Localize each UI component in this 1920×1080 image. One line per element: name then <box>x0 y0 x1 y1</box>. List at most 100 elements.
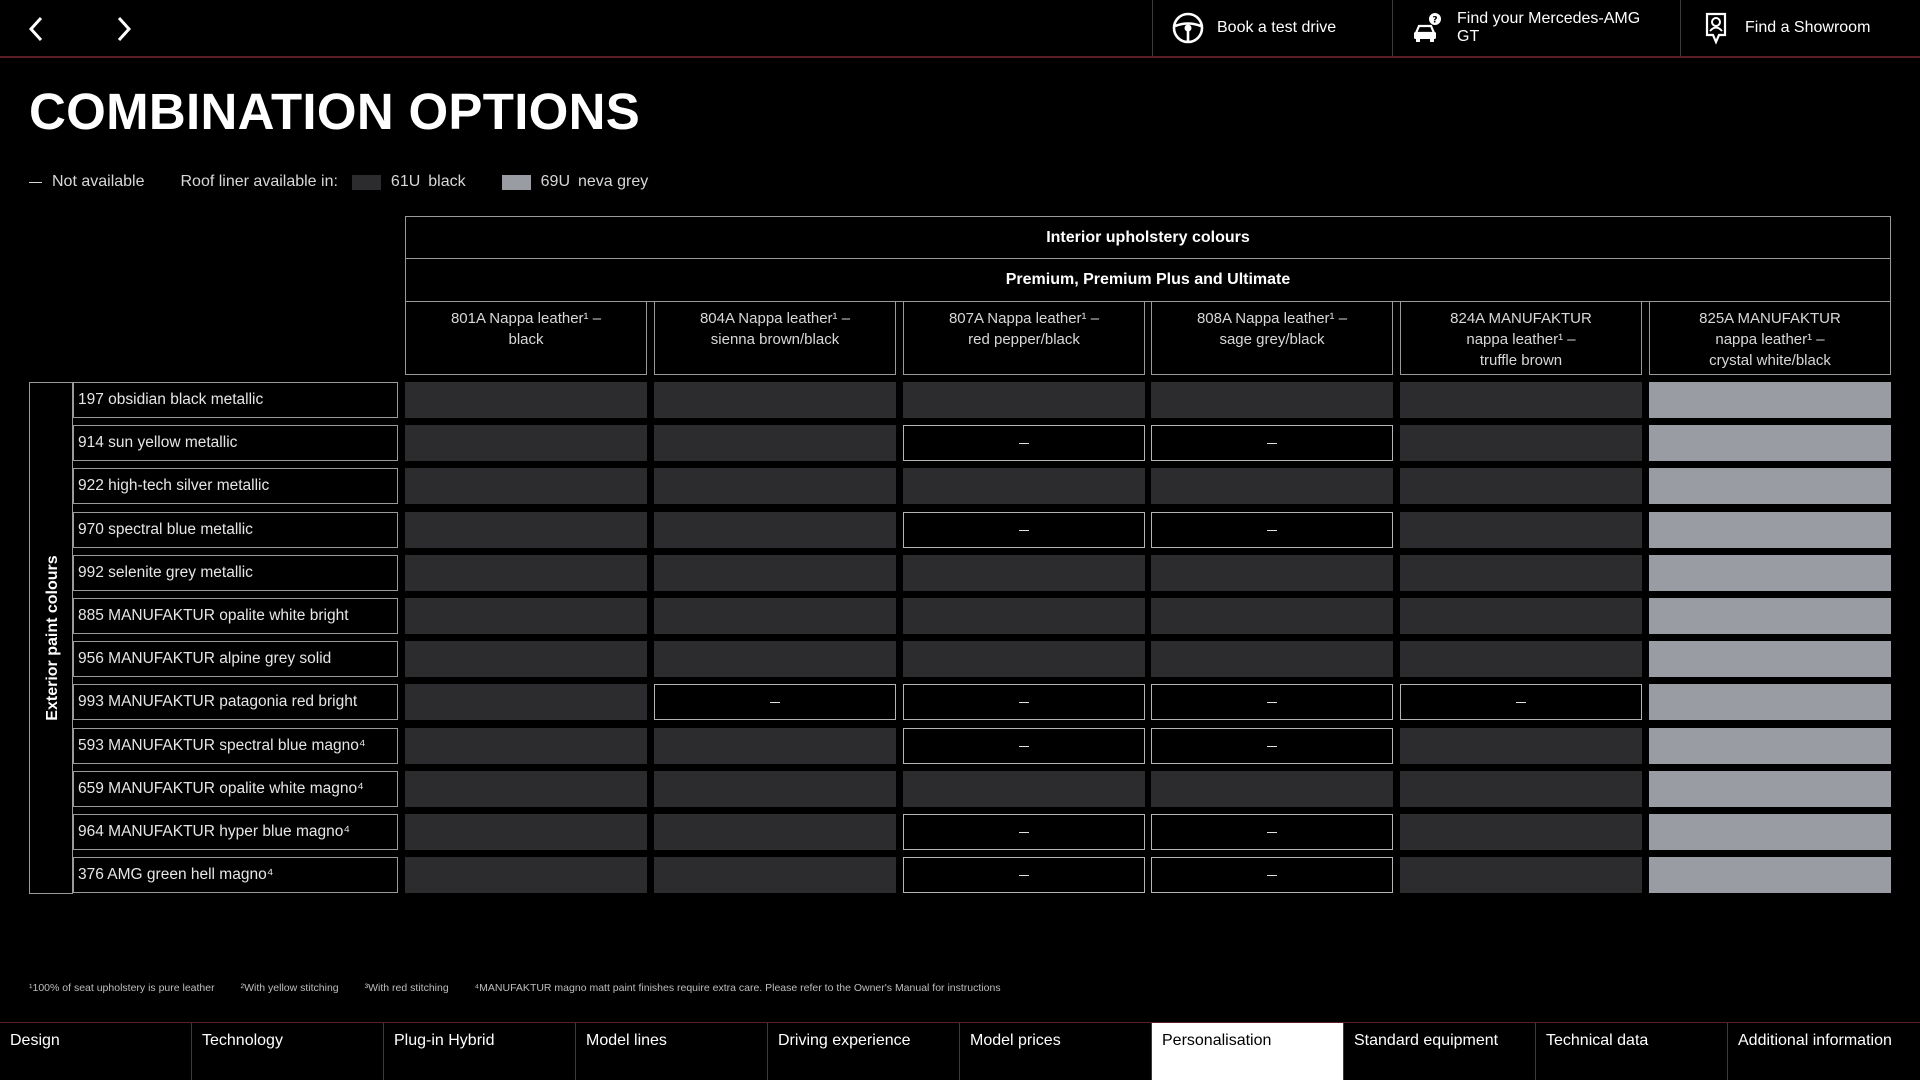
cell-not-available <box>1151 684 1393 720</box>
row-label: 885 MANUFAKTUR opalite white bright <box>73 598 398 634</box>
column-header-line: black <box>508 331 544 348</box>
tab-model-lines[interactable]: Model lines <box>576 1023 768 1080</box>
footnotes: ¹100% of seat upholstery is pure leather… <box>29 982 1027 994</box>
cell-roof-69u <box>1649 814 1891 850</box>
book-test-drive-button[interactable]: Book a test drive <box>1152 0 1392 56</box>
not-available-dash-icon <box>1267 442 1277 444</box>
cell-roof-69u <box>1649 857 1891 893</box>
roof-code-61u: 61U <box>390 173 421 190</box>
tab-model-prices[interactable]: Model prices <box>960 1023 1152 1080</box>
cell-roof-61u <box>654 468 896 504</box>
column-header-line: nappa leather¹ – <box>1466 331 1576 348</box>
not-available-dash-icon <box>29 181 42 183</box>
not-available-dash-icon <box>1019 529 1029 531</box>
cell-roof-61u <box>405 857 647 893</box>
not-available-dash-icon <box>770 701 780 703</box>
cell-roof-69u <box>1649 728 1891 764</box>
cell-roof-61u <box>1400 555 1642 591</box>
cell-not-available <box>903 684 1145 720</box>
cell-roof-61u <box>1151 468 1393 504</box>
cell-roof-61u <box>405 555 647 591</box>
svg-text:?: ? <box>1432 16 1437 26</box>
column-header: 807A Nappa leather¹ – red pepper/black <box>903 302 1145 375</box>
previous-page-button[interactable] <box>16 12 56 46</box>
row-label: 197 obsidian black metallic <box>73 382 398 418</box>
not-available-dash-icon <box>1267 701 1277 703</box>
column-header: 801A Nappa leather¹ – black <box>405 302 647 375</box>
cell-roof-61u <box>1400 512 1642 548</box>
column-header-line: 824A MANUFAKTUR <box>1450 310 1592 327</box>
row-label: 922 high-tech silver metallic <box>73 468 398 504</box>
cell-roof-69u <box>1649 382 1891 418</box>
book-test-drive-label: Book a test drive <box>1217 19 1337 36</box>
cell-roof-61u <box>654 857 896 893</box>
steering-wheel-icon <box>1171 11 1205 45</box>
column-header-line: red pepper/black <box>968 331 1080 348</box>
cell-not-available <box>903 425 1145 461</box>
tab-technology[interactable]: Technology <box>192 1023 384 1080</box>
cell-not-available <box>1151 512 1393 548</box>
column-header-line: 804A Nappa leather¹ – <box>699 310 851 327</box>
footnote-1: ¹100% of seat upholstery is pure leather <box>29 982 215 994</box>
not-available-dash-icon <box>1516 701 1526 703</box>
tab-driving-experience[interactable]: Driving experience <box>768 1023 960 1080</box>
cell-roof-61u <box>1400 857 1642 893</box>
trim-lines-header: Premium, Premium Plus and Ultimate <box>405 259 1891 302</box>
cell-roof-61u <box>903 771 1145 807</box>
tab-additional-information[interactable]: Additional information <box>1728 1023 1920 1080</box>
cell-not-available <box>1151 728 1393 764</box>
row-label: 956 MANUFAKTUR alpine grey solid <box>73 641 398 677</box>
cell-roof-61u <box>903 598 1145 634</box>
cell-roof-61u <box>1151 598 1393 634</box>
cell-roof-61u <box>405 771 647 807</box>
row-label: 914 sun yellow metallic <box>73 425 398 461</box>
tab-technical-data[interactable]: Technical data <box>1536 1023 1728 1080</box>
cell-roof-61u <box>405 641 647 677</box>
tab-plug-in-hybrid[interactable]: Plug-in Hybrid <box>384 1023 576 1080</box>
cell-roof-69u <box>1649 512 1891 548</box>
cell-roof-61u <box>903 468 1145 504</box>
car-question-icon: ? <box>1411 11 1445 45</box>
next-page-button[interactable] <box>104 12 144 46</box>
cell-roof-61u <box>405 684 647 720</box>
cell-roof-61u <box>405 382 647 418</box>
cell-not-available <box>1151 857 1393 893</box>
cell-roof-69u <box>1649 468 1891 504</box>
column-header-line: 801A Nappa leather¹ – <box>450 310 602 327</box>
cell-roof-69u <box>1649 598 1891 634</box>
find-your-mercedes-label: Find your Mercedes-AMG GT <box>1457 10 1641 45</box>
roof-swatch-black <box>351 174 381 190</box>
cell-not-available <box>903 814 1145 850</box>
not-available-dash-icon <box>1019 745 1029 747</box>
cell-not-available <box>903 512 1145 548</box>
cell-roof-61u <box>1400 814 1642 850</box>
cell-roof-61u <box>903 382 1145 418</box>
cell-roof-69u <box>1649 684 1891 720</box>
cell-not-available <box>903 857 1145 893</box>
tab-design[interactable]: Design <box>0 1023 192 1080</box>
cell-roof-61u <box>1400 598 1642 634</box>
chevron-right-icon <box>117 16 132 42</box>
column-header: 804A Nappa leather¹ – sienna brown/black <box>654 302 896 375</box>
find-your-mercedes-button[interactable]: ? Find your Mercedes-AMG GT <box>1392 0 1680 56</box>
cell-not-available <box>654 684 896 720</box>
cell-roof-61u <box>1151 382 1393 418</box>
row-label: 964 MANUFAKTUR hyper blue magno⁴ <box>73 814 398 850</box>
column-header-line: 807A Nappa leather¹ – <box>948 310 1100 327</box>
row-label: 993 MANUFAKTUR patagonia red bright <box>73 684 398 720</box>
tab-personalisation[interactable]: Personalisation <box>1152 1023 1344 1080</box>
footnote-2: ²With yellow stitching <box>240 982 339 994</box>
tab-standard-equipment[interactable]: Standard equipment <box>1344 1023 1536 1080</box>
cell-roof-61u <box>903 641 1145 677</box>
cell-roof-61u <box>1400 382 1642 418</box>
not-available-label: Not available <box>52 173 145 190</box>
row-label: 970 spectral blue metallic <box>73 512 398 548</box>
cell-not-available <box>1151 814 1393 850</box>
footnote-4: ⁴MANUFAKTUR magno matt paint finishes re… <box>474 982 1001 994</box>
find-showroom-button[interactable]: Find a Showroom <box>1680 0 1920 56</box>
cell-roof-61u <box>654 382 896 418</box>
column-header-line: nappa leather¹ – <box>1715 331 1825 348</box>
chevron-left-icon <box>28 16 43 42</box>
roof-liner-label: Roof liner available in: <box>180 173 338 190</box>
cell-roof-61u <box>654 641 896 677</box>
